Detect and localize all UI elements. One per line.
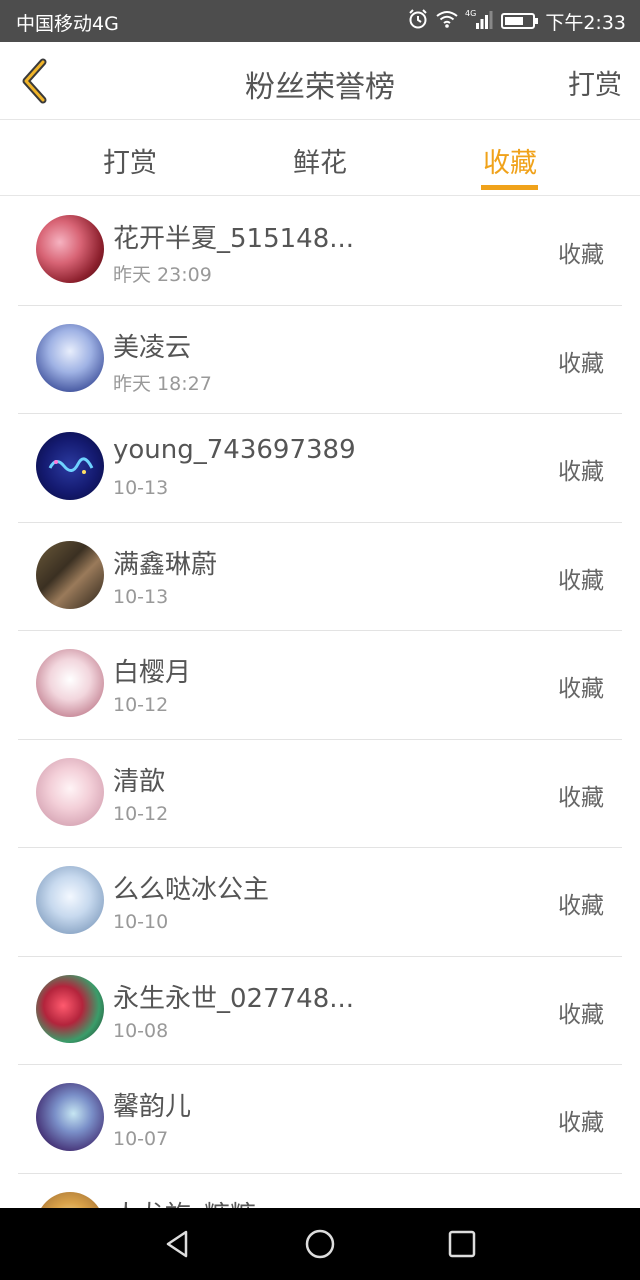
- action-label: 收藏: [558, 893, 604, 919]
- logo-icon: [48, 457, 94, 474]
- nav-home-button[interactable]: [304, 1228, 336, 1260]
- user-name: 馨韵儿: [113, 1092, 192, 1122]
- action-label: 收藏: [558, 350, 604, 377]
- timestamp: 10-12: [113, 802, 169, 825]
- user-name: young_743697389: [113, 435, 356, 465]
- action-label: 收藏: [558, 676, 604, 702]
- status-icons: 4G 下午2:33: [407, 8, 626, 34]
- user-name: 清歆: [113, 766, 166, 797]
- tab-bar: 打赏 鲜花 收藏: [0, 121, 640, 196]
- system-nav-bar: [0, 1208, 640, 1280]
- timestamp: 昨天 23:09: [113, 264, 212, 286]
- list-item[interactable]: 美凌云 昨天 18:27 收藏: [0, 306, 640, 415]
- network-type-label: 4G: [465, 9, 476, 18]
- list-item[interactable]: 么么哒冰公主 10-10 收藏: [0, 848, 640, 957]
- list-item[interactable]: 花开半夏_515148... 昨天 23:09 收藏: [0, 197, 640, 306]
- timestamp: 10-13: [113, 585, 169, 608]
- alarm-icon: [407, 8, 429, 35]
- avatar: [36, 540, 104, 609]
- tab-favorites[interactable]: 收藏: [450, 141, 570, 180]
- list-item[interactable]: 永生永世_027748... 10-08 收藏: [0, 957, 640, 1066]
- user-name: 满鑫琳蔚: [113, 549, 218, 580]
- signal-icon: 4G: [465, 8, 495, 35]
- active-tab-indicator: [481, 185, 538, 190]
- square-recents-icon: [448, 1230, 476, 1258]
- nav-back-button[interactable]: [162, 1228, 194, 1260]
- fan-list: 花开半夏_515148... 昨天 23:09 收藏 美凌云 昨天 18:27 …: [0, 197, 640, 1280]
- list-item[interactable]: young_743697389 10-13 收藏: [0, 414, 640, 523]
- user-name: 美凌云: [113, 332, 192, 363]
- avatar: [36, 974, 104, 1043]
- avatar: [36, 432, 104, 500]
- battery-icon: [501, 13, 539, 29]
- timestamp: 10-07: [113, 1128, 169, 1150]
- tab-flowers[interactable]: 鲜花: [260, 141, 380, 180]
- list-item[interactable]: 馨韵儿 10-07 收藏: [0, 1065, 640, 1174]
- user-name: 花开半夏_515148...: [113, 224, 355, 254]
- page-title: 粉丝荣誉榜: [245, 70, 395, 105]
- clock-label: 下午2:33: [545, 11, 626, 34]
- avatar: [36, 757, 104, 826]
- user-name: 么么哒冰公主: [113, 875, 270, 905]
- timestamp: 昨天 18:27: [113, 372, 212, 395]
- circle-home-icon: [305, 1229, 335, 1259]
- reward-button[interactable]: 打赏: [568, 63, 622, 102]
- user-name: 白樱月: [113, 658, 192, 688]
- action-label: 收藏: [558, 567, 604, 594]
- wifi-icon: [435, 9, 459, 34]
- list-item[interactable]: 白樱月 10-12 收藏: [0, 631, 640, 740]
- carrier-label: 中国移动4G: [16, 13, 119, 35]
- timestamp: 10-10: [113, 911, 169, 933]
- action-label: 收藏: [558, 1110, 604, 1136]
- timestamp: 10-12: [113, 694, 169, 716]
- user-name: 永生永世_027748...: [113, 983, 355, 1014]
- action-label: 收藏: [558, 1001, 604, 1028]
- action-label: 收藏: [558, 784, 604, 811]
- app-header: 粉丝荣誉榜 打赏: [0, 42, 640, 120]
- nav-recents-button[interactable]: [446, 1228, 478, 1260]
- list-item[interactable]: 清歆 10-12 收藏: [0, 740, 640, 849]
- tab-reward[interactable]: 打赏: [70, 141, 190, 180]
- triangle-back-icon: [166, 1230, 188, 1258]
- timestamp: 10-13: [113, 477, 169, 499]
- list-item[interactable]: 满鑫琳蔚 10-13 收藏: [0, 523, 640, 632]
- avatar: [36, 323, 104, 392]
- timestamp: 10-08: [113, 1019, 169, 1042]
- action-label: 收藏: [558, 242, 604, 268]
- action-label: 收藏: [558, 459, 604, 485]
- avatar: [36, 1083, 104, 1151]
- avatar: [36, 215, 104, 283]
- avatar: [36, 866, 104, 934]
- avatar: [36, 649, 104, 717]
- status-bar: 中国移动4G 4G 下午2:33: [0, 0, 640, 42]
